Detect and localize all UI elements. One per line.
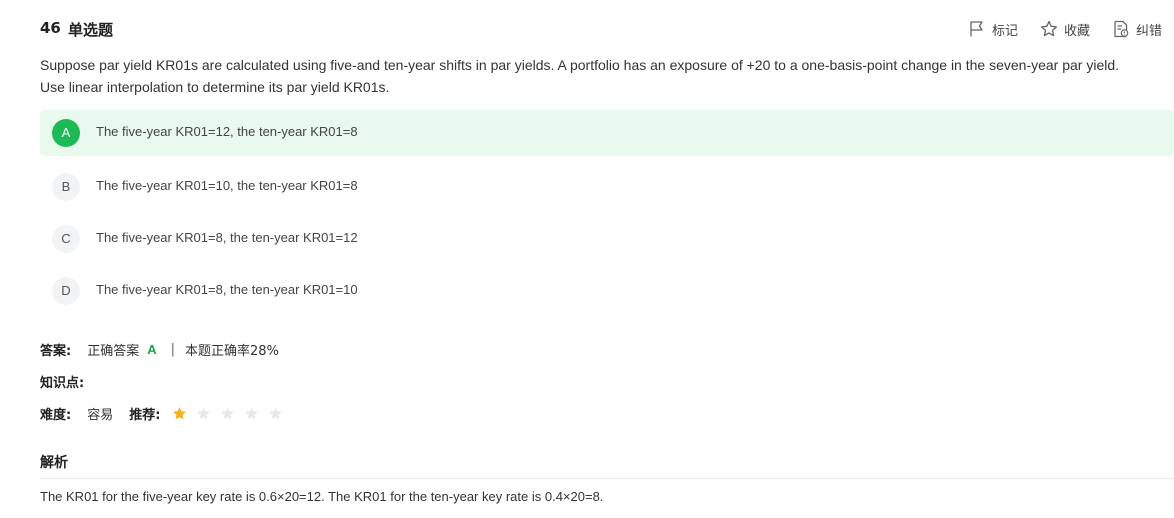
option-letter: B [52,173,80,201]
star-icon [220,405,244,421]
difficulty-value: 容易 [87,407,114,423]
question-stem-line: Use linear interpolation to determine it… [40,79,390,95]
question-type: 单选题 [68,21,114,39]
star-icon [244,405,268,421]
correct-rate: 本题正确率28% [185,343,279,359]
correct-answer-letter: A [147,341,157,357]
option-c[interactable]: C The five-year KR01=8, the ten-year KR0… [40,216,1174,262]
option-a[interactable]: A The five-year KR01=12, the ten-year KR… [40,110,1174,156]
mark-label: 标记 [992,23,1019,39]
answer-label: 答案: [40,343,72,359]
report-error-button[interactable]: 纠错 [1112,20,1162,39]
analysis-title: 解析 [40,455,68,471]
option-b[interactable]: B The five-year KR01=10, the ten-year KR… [40,164,1174,210]
answer-text: 正确答案 [87,343,140,359]
flag-icon [968,20,986,38]
recommend-stars [172,405,292,421]
question-stem-line: Suppose par yield KR01s are calculated u… [40,57,1120,73]
question-actions: 标记 收藏 纠错 [968,18,1162,40]
knowledge-row: 知识点: [40,371,84,391]
option-letter: C [52,225,80,253]
answer-row: 答案: 正确答案 A | 本题正确率28% [40,339,279,359]
star-outline-icon [1040,20,1058,38]
difficulty-label: 难度: [40,407,72,423]
analysis-text: The KR01 for the five-year key rate is 0… [40,489,604,504]
star-icon [196,405,220,421]
question-number: 46 [40,19,61,37]
question-stem: Suppose par yield KR01s are calculated u… [40,54,1174,98]
difficulty-row: 难度: 容易 推荐: [40,403,292,423]
star-icon [172,405,196,421]
answer-separator: | [170,341,175,357]
option-letter: D [52,277,80,305]
option-text: The five-year KR01=8, the ten-year KR01=… [96,230,358,245]
question-header: 46 单选题 标记 收藏 纠错 [40,18,1174,40]
option-letter: A [52,119,80,147]
option-text: The five-year KR01=8, the ten-year KR01=… [96,282,358,297]
favorite-button[interactable]: 收藏 [1040,20,1090,39]
divider [40,478,1174,479]
mark-button[interactable]: 标记 [968,20,1018,39]
knowledge-label: 知识点: [40,375,85,391]
option-text: The five-year KR01=10, the ten-year KR01… [96,178,358,193]
favorite-label: 收藏 [1064,23,1091,39]
option-d[interactable]: D The five-year KR01=8, the ten-year KR0… [40,268,1174,314]
recommend-label: 推荐: [129,407,161,423]
report-error-label: 纠错 [1136,23,1163,39]
report-error-icon [1112,20,1130,38]
option-text: The five-year KR01=12, the ten-year KR01… [96,124,358,139]
star-icon [268,405,292,421]
